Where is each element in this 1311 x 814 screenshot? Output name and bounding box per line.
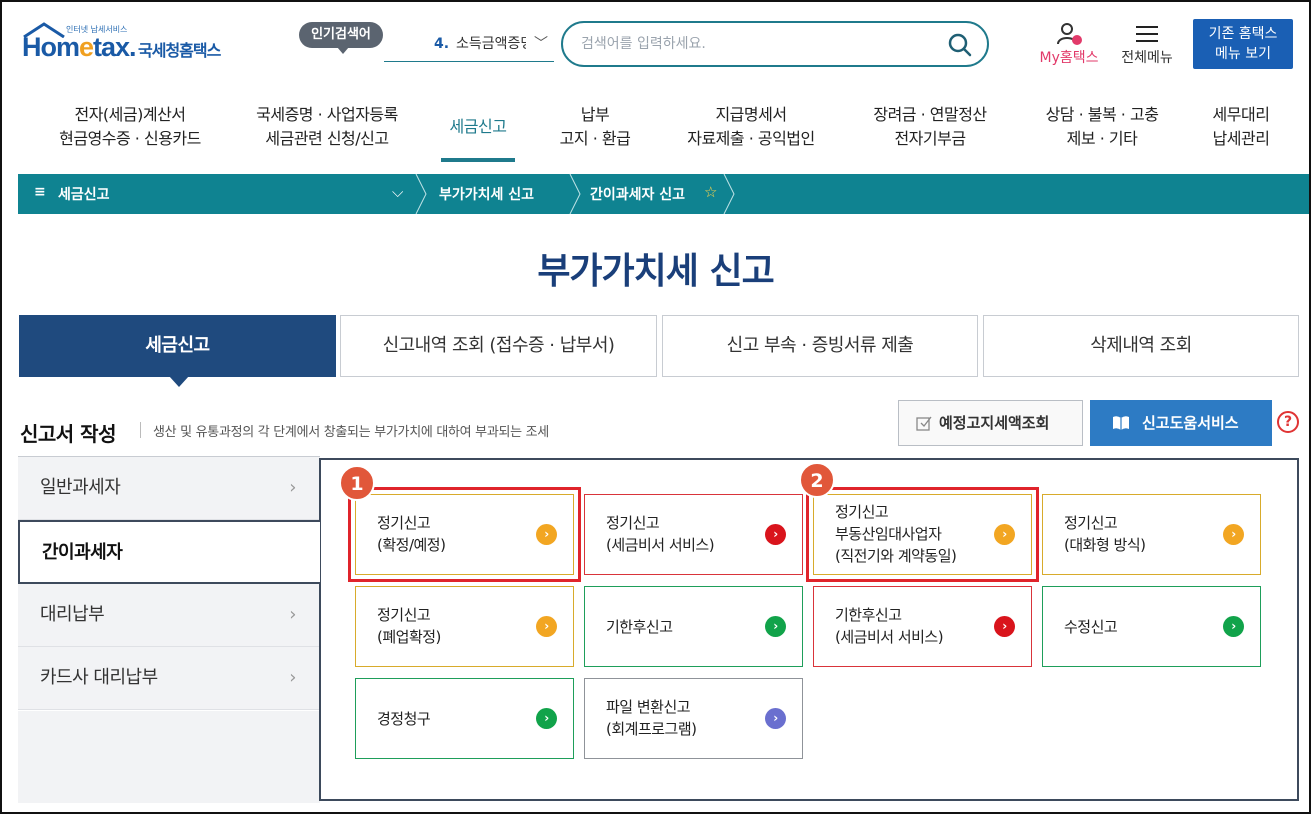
breadcrumb-separator-icon [723,174,735,214]
left-menu-proxy-payment[interactable]: 대리납부 › [18,584,320,647]
card-correction-claim[interactable]: 경정청구 › [355,678,574,759]
section-description: 생산 및 유통과정의 각 단계에서 창출되는 부가가치에 대하여 부과되는 조세 [153,425,549,440]
tab-deleted-history[interactable]: 삭제내역 조회 [983,315,1299,377]
card-late-report-tax-secretary[interactable]: 기한후신고 (세금비서 서비스) › [813,586,1032,667]
arrow-right-icon: › [1223,524,1244,545]
arrow-right-icon: › [536,708,557,729]
checkbox-edit-icon [916,416,932,431]
section-divider [140,422,141,438]
help-question-icon[interactable]: ? [1277,411,1299,433]
logo-korean: 국세청홈택스 [138,41,221,60]
all-menu-label: 전체메뉴 [1121,50,1173,66]
card-regular-report-tax-secretary[interactable]: 정기신고 (세금비서 서비스) › [584,494,803,575]
breadcrumb-separator-icon [569,174,581,214]
user-icon [1057,23,1082,45]
chevron-down-icon: ﹀ [534,36,548,52]
gnb-consulting[interactable]: 상담 · 불복 · 고충 제보 · 기타 [1026,103,1178,151]
hamburger-icon [1136,26,1158,42]
annotation-badge-2: 2 [799,462,835,498]
highlight-box-1 [348,487,581,582]
left-menu-general-taxpayer[interactable]: 일반과세자 › [18,457,320,520]
chevron-right-icon: › [289,667,296,688]
report-help-service-label: 신고도움서비스 [1142,414,1239,432]
arrow-right-icon: › [765,708,786,729]
popular-rank: 4. [434,36,450,52]
popular-search-badge: 인기검색어 [299,22,383,54]
left-menu-card-proxy-payment[interactable]: 카드사 대리납부 › [18,647,320,710]
old-menu-button[interactable]: 기존 홈택스 메뉴 보기 [1193,19,1293,69]
left-menu: 일반과세자 › 간이과세자 대리납부 › 카드사 대리납부 › [18,456,320,803]
breadcrumb: ≡ 세금신고 ⌵ 부가가치세 신고 간이과세자 신고 ☆ [18,174,1309,214]
tab-tax-report[interactable]: 세금신고 [19,315,336,387]
search-input[interactable] [581,33,921,55]
tab-report-history[interactable]: 신고내역 조회 (접수증 · 납부서) [340,315,657,377]
breadcrumb-menu-icon[interactable]: ≡ [34,184,46,200]
left-menu-filler [18,711,320,803]
gnb-certificates[interactable]: 국세증명 · 사업자등록 세금관련 신청/신고 [232,103,422,151]
gnb-payment-statement[interactable]: 지급명세서 자료제출 · 공익법인 [668,103,834,151]
annotation-badge-1: 1 [339,465,375,501]
breadcrumb-level2[interactable]: 부가가치세 신고 [439,184,534,204]
tab-attachments[interactable]: 신고 부속 · 증빙서류 제출 [662,315,978,377]
search-icon[interactable] [947,32,973,58]
book-icon [1113,416,1129,430]
card-file-conversion-report[interactable]: 파일 변환신고 (회계프로그램) › [584,678,803,759]
highlight-box-2 [806,487,1039,582]
arrow-right-icon: › [765,616,786,637]
card-late-report[interactable]: 기한후신고 › [584,586,803,667]
old-menu-line2: 메뉴 보기 [1215,46,1271,62]
notice-tax-lookup-button[interactable]: 예정고지세액조회 [898,400,1083,446]
arrow-right-icon: › [536,616,557,637]
gnb-tax-agent[interactable]: 세무대리 납세관리 [1196,103,1286,151]
gnb-payment[interactable]: 납부 고지 · 환급 [540,103,650,151]
my-hometax-button[interactable]: My홈택스 [1033,22,1105,72]
card-regular-report-closure[interactable]: 정기신고 (폐업확정) › [355,586,574,667]
arrow-right-icon: › [1223,616,1244,637]
gnb-e-invoice[interactable]: 전자(세금)계산서 현금영수증 · 신용카드 [40,103,220,151]
left-menu-simplified-taxpayer[interactable]: 간이과세자 [18,520,320,584]
section-title: 신고서 작성 [20,422,116,446]
chevron-down-icon[interactable]: ⌵ [392,183,403,201]
gnb-active-underline [441,158,515,162]
popular-term: 소득금액증명 [456,36,526,52]
hometax-logo[interactable]: 인터넷 납세서비스 Hometax. 국세청홈택스 [22,20,237,74]
my-hometax-label: My홈택스 [1039,50,1099,66]
popular-search-select[interactable]: 4. 소득금액증명 ﹀ [384,30,554,62]
breadcrumb-level3[interactable]: 간이과세자 신고 [590,184,685,204]
search-box [561,21,989,67]
breadcrumb-separator-icon [415,174,427,214]
chevron-right-icon: › [289,477,296,498]
page-title: 부가가치세 신고 [537,251,774,292]
old-menu-line1: 기존 홈택스 [1208,26,1278,42]
chevron-right-icon: › [289,604,296,625]
logo-brand: Hometax. [22,32,137,62]
report-help-service-button[interactable]: 신고도움서비스 [1090,400,1272,446]
notice-tax-lookup-label: 예정고지세액조회 [939,414,1050,432]
all-menu-button[interactable]: 전체메뉴 [1115,22,1179,72]
gnb-tax-report[interactable]: 세금신고 [436,115,520,139]
gnb-incentives[interactable]: 장려금 · 연말정산 전자기부금 [850,103,1010,151]
breadcrumb-level1[interactable]: 세금신고 [58,184,110,204]
favorite-star-icon[interactable]: ☆ [704,183,717,201]
arrow-right-icon: › [994,616,1015,637]
arrow-right-icon: › [765,524,786,545]
card-amended-report[interactable]: 수정신고 › [1042,586,1261,667]
card-regular-report-interactive[interactable]: 정기신고 (대화형 방식) › [1042,494,1261,575]
